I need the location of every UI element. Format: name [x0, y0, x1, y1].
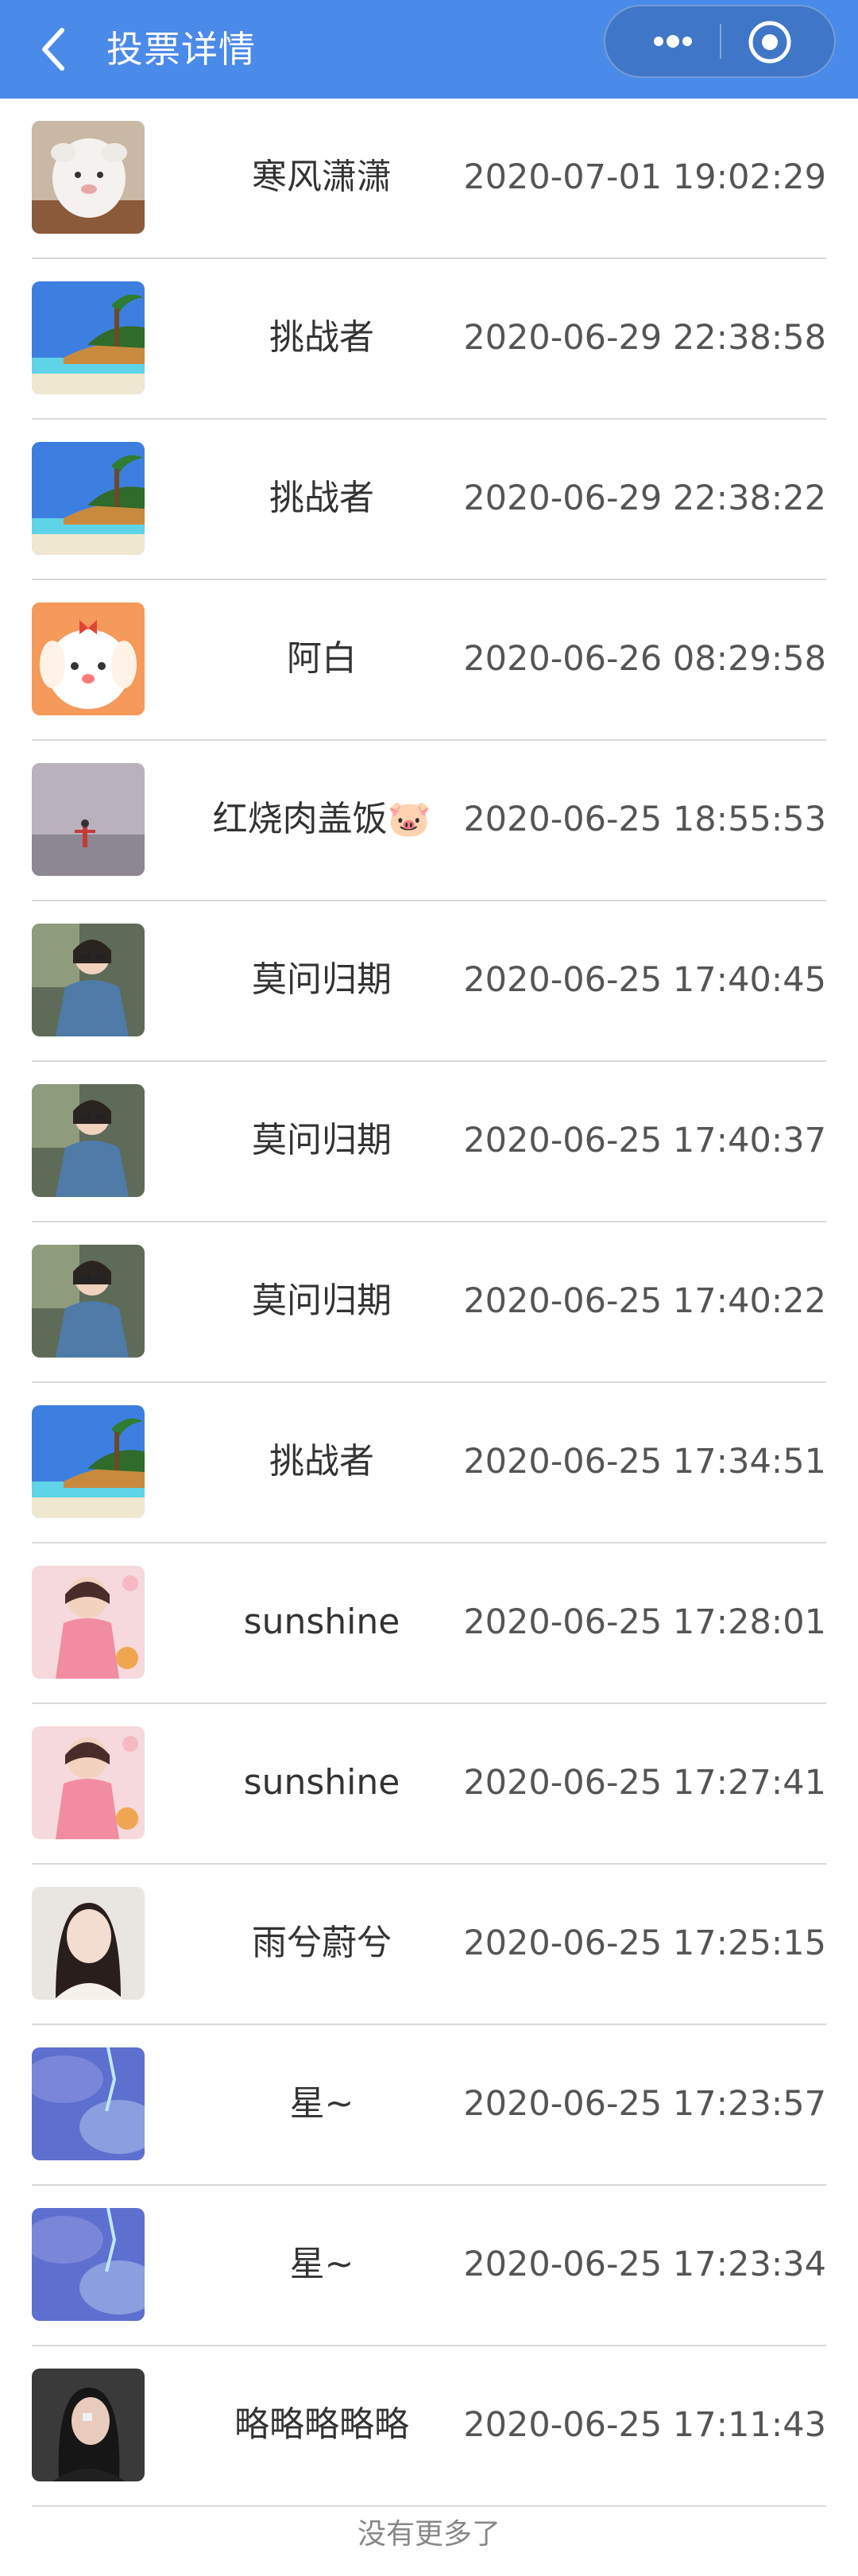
vote-record-row: 挑战者 2020-06-29 22:38:58	[0, 259, 858, 420]
capsule-divider	[720, 24, 721, 59]
vote-record-row: 星~ 2020-06-25 17:23:57	[0, 2025, 858, 2186]
voter-name: 红烧肉盖饭🐷	[212, 799, 431, 839]
foggy-field-avatar	[32, 763, 145, 876]
vote-record-row: 莫问归期 2020-06-25 17:40:22	[0, 1222, 858, 1383]
vote-time: 2020-07-01 19:02:29	[463, 157, 826, 197]
vote-record-row: 寒风潇潇 2020-07-01 19:02:29	[0, 99, 858, 259]
voter-name: 星~	[289, 2244, 354, 2284]
vote-time: 2020-06-25 17:27:41	[463, 1763, 826, 1803]
no-more-text: 没有更多了	[357, 2518, 500, 2551]
vote-record-row: 莫问归期 2020-06-25 17:40:37	[0, 1062, 858, 1222]
voter-name: 略略略略略	[234, 2404, 409, 2445]
vote-record-row: 挑战者 2020-06-29 22:38:22	[0, 420, 858, 580]
voter-name: 挑战者	[269, 1441, 374, 1482]
voter-name: 雨兮蔚兮	[252, 1923, 392, 1963]
voter-name: 挑战者	[269, 478, 374, 518]
vote-record-row: 雨兮蔚兮 2020-06-25 17:25:15	[0, 1865, 858, 2025]
white-plush-avatar	[32, 121, 145, 234]
blue-sky-avatar	[32, 2208, 145, 2321]
vote-time: 2020-06-25 17:11:43	[463, 2405, 826, 2445]
girl-sunglasses-avatar	[32, 1084, 145, 1197]
page-title: 投票详情	[106, 28, 256, 71]
voter-name: 星~	[289, 2083, 354, 2124]
top-navigation-bar: 投票详情	[0, 0, 858, 99]
vote-time: 2020-06-25 18:55:53	[463, 800, 826, 839]
vote-time: 2020-06-26 08:29:58	[463, 639, 826, 679]
vote-record-row: 星~ 2020-06-25 17:23:34	[0, 2186, 858, 2346]
beach-island-avatar	[32, 281, 145, 394]
voter-name: 挑战者	[269, 317, 374, 358]
vote-time: 2020-06-25 17:23:57	[463, 2084, 826, 2124]
girl-sunglasses-avatar	[32, 924, 145, 1036]
voter-name: 莫问归期	[252, 1280, 392, 1321]
voter-name: 莫问归期	[252, 1120, 392, 1160]
vote-record-row: 红烧肉盖饭🐷 2020-06-25 18:55:53	[0, 741, 858, 901]
back-arrow-icon[interactable]	[35, 21, 70, 78]
vote-time: 2020-06-25 17:23:34	[463, 2245, 826, 2284]
vote-time: 2020-06-25 17:40:37	[463, 1121, 826, 1160]
vote-record-list: 寒风潇潇 2020-07-01 19:02:29 挑战者 2020-06-29 22:…	[0, 99, 858, 2507]
beach-island-avatar	[32, 442, 145, 555]
vote-time: 2020-06-25 17:25:15	[463, 1923, 826, 1963]
vote-time: 2020-06-25 17:34:51	[463, 1442, 826, 1482]
vote-record-row: sunshine 2020-06-25 17:27:41	[0, 1704, 858, 1865]
blue-sky-avatar	[32, 2047, 145, 2160]
vote-time: 2020-06-25 17:40:45	[463, 960, 826, 1000]
mini-program-capsule	[604, 5, 836, 78]
woman-dark-avatar	[32, 2369, 145, 2481]
voter-name: 莫问归期	[252, 959, 392, 1000]
cartoon-girl-pink-avatar	[32, 1726, 145, 1839]
vote-time: 2020-06-29 22:38:58	[463, 318, 826, 358]
vote-record-row: 略略略略略 2020-06-25 17:11:43	[0, 2346, 858, 2507]
close-mini-program-icon[interactable]	[747, 19, 793, 65]
voter-name: sunshine	[243, 1602, 400, 1642]
vote-record-row: 莫问归期 2020-06-25 17:40:45	[0, 901, 858, 1062]
cartoon-girl-pink-avatar	[32, 1566, 145, 1679]
vote-time: 2020-06-25 17:40:22	[463, 1281, 826, 1321]
vote-time: 2020-06-29 22:38:22	[463, 478, 826, 518]
girl-sunglasses-avatar	[32, 1245, 145, 1358]
beach-island-avatar	[32, 1405, 145, 1518]
more-options-icon[interactable]	[637, 6, 709, 76]
voter-name: sunshine	[243, 1762, 400, 1803]
vote-record-row: 挑战者 2020-06-25 17:34:51	[0, 1383, 858, 1544]
vote-record-row: 阿白 2020-06-26 08:29:58	[0, 580, 858, 741]
voter-name: 寒风潇潇	[252, 157, 392, 197]
vote-time: 2020-06-25 17:28:01	[463, 1602, 826, 1642]
voter-name: 阿白	[287, 638, 357, 679]
cartoon-puppy-avatar	[32, 602, 145, 715]
woman-portrait-avatar	[32, 1887, 145, 2000]
vote-record-row: sunshine 2020-06-25 17:28:01	[0, 1544, 858, 1704]
